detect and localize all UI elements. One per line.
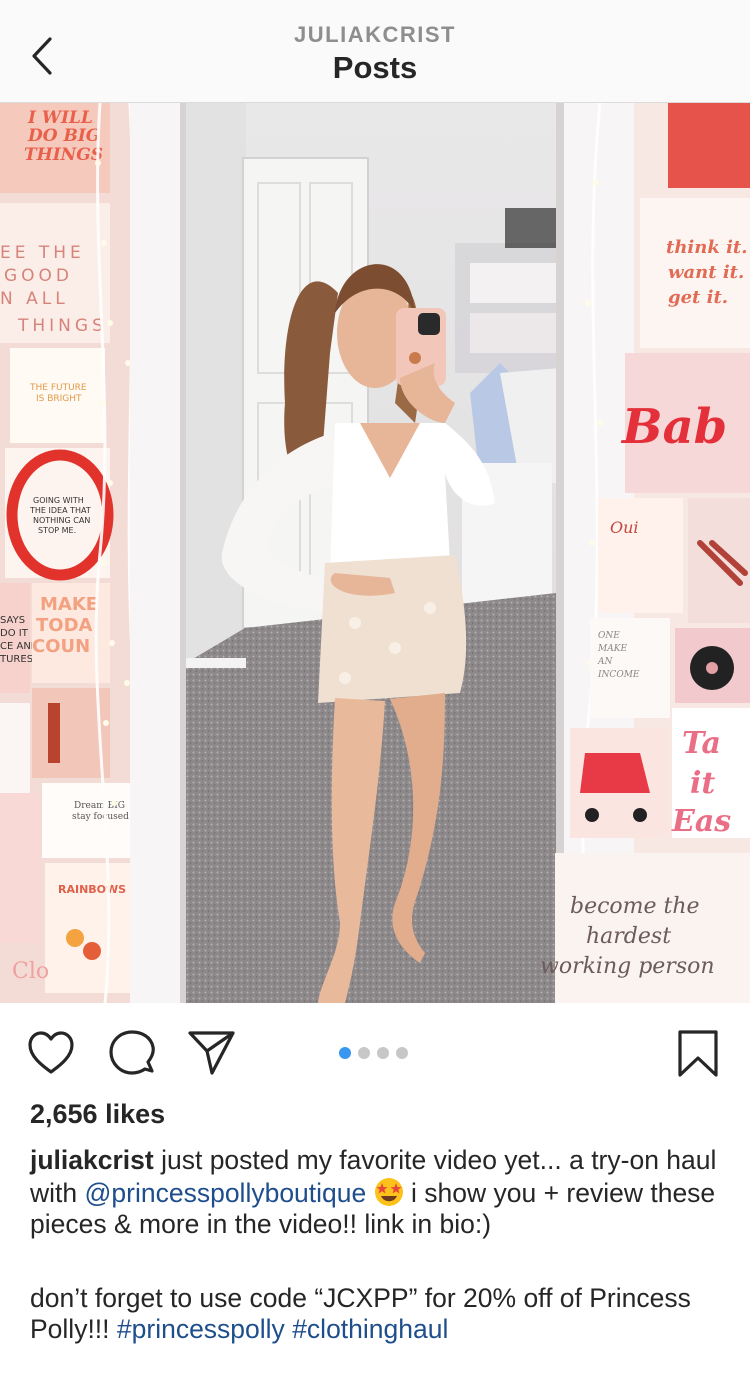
- heart-icon: [28, 1031, 74, 1074]
- svg-text:AN: AN: [597, 657, 613, 667]
- svg-text:become the: become the: [570, 894, 700, 919]
- likes-count[interactable]: 2,656 likes: [30, 1099, 165, 1130]
- post-photo-illustration: I WILL DO BIG THINGS EE THE GOOD N ALL T…: [0, 103, 750, 1003]
- svg-text:DO BIG: DO BIG: [27, 126, 100, 146]
- svg-text:get it.: get it.: [668, 287, 728, 308]
- profile-username[interactable]: JULIAKCRIST: [0, 22, 750, 48]
- svg-text:STOP ME.: STOP ME.: [38, 526, 76, 535]
- svg-text:GOOD: GOOD: [4, 266, 73, 286]
- svg-text:Dream BIG: Dream BIG: [74, 801, 125, 811]
- svg-text:Eas: Eas: [671, 804, 731, 839]
- svg-text:MAKE: MAKE: [40, 594, 98, 615]
- like-button[interactable]: [26, 1030, 76, 1081]
- comment-button[interactable]: [108, 1029, 158, 1084]
- svg-text:it: it: [690, 766, 715, 801]
- svg-text:THINGS: THINGS: [17, 316, 107, 336]
- svg-text:SAYS: SAYS: [0, 615, 25, 626]
- star-struck-emoji-icon: [374, 1177, 403, 1206]
- svg-text:THINGS: THINGS: [24, 145, 103, 165]
- svg-text:want it.: want it.: [668, 262, 744, 283]
- save-button[interactable]: [676, 1029, 720, 1084]
- carousel-dot-active: [339, 1047, 351, 1059]
- comment-icon: [109, 1030, 155, 1075]
- svg-text:TODA: TODA: [36, 615, 93, 636]
- paper-plane-icon: [188, 1031, 235, 1075]
- svg-text:think it.: think it.: [666, 237, 747, 258]
- svg-text:NOTHING CAN: NOTHING CAN: [33, 516, 90, 525]
- svg-text:THE FUTURE: THE FUTURE: [29, 383, 87, 393]
- svg-text:MAKE: MAKE: [597, 644, 627, 654]
- hashtag-link[interactable]: #clothinghaul: [292, 1314, 448, 1344]
- bookmark-icon: [678, 1030, 718, 1077]
- svg-text:EE THE: EE THE: [0, 243, 85, 263]
- svg-text:COUN: COUN: [32, 636, 90, 657]
- carousel-dot: [358, 1047, 370, 1059]
- caption-paragraph-2: don’t forget to use code “JCXPP” for 20%…: [30, 1283, 720, 1346]
- carousel-dot: [377, 1047, 389, 1059]
- svg-text:Oui: Oui: [610, 518, 639, 537]
- top-bar: JULIAKCRIST Posts: [0, 0, 750, 103]
- svg-text:hardest: hardest: [586, 924, 671, 949]
- post-image[interactable]: I WILL DO BIG THINGS EE THE GOOD N ALL T…: [0, 103, 750, 1003]
- svg-text:ONE: ONE: [598, 631, 620, 641]
- svg-text:Ta: Ta: [682, 726, 721, 761]
- svg-text:THE IDEA THAT: THE IDEA THAT: [29, 506, 91, 515]
- svg-text:stay focused: stay focused: [72, 812, 129, 822]
- carousel-indicator[interactable]: [339, 1047, 408, 1059]
- hashtag-link[interactable]: #princesspolly: [117, 1314, 285, 1344]
- page-title: Posts: [332, 50, 418, 85]
- caption-mention[interactable]: @princesspollyboutique: [85, 1178, 367, 1208]
- svg-text:IS BRIGHT: IS BRIGHT: [36, 394, 82, 404]
- svg-text:Bab: Bab: [620, 399, 727, 455]
- svg-text:TURES: TURES: [0, 654, 33, 665]
- caption-paragraph-1: juliakcrist just posted my favorite vide…: [30, 1145, 720, 1241]
- post-caption: juliakcrist just posted my favorite vide…: [30, 1145, 720, 1346]
- caption-username[interactable]: juliakcrist: [30, 1145, 154, 1175]
- svg-text:RAINBOWS: RAINBOWS: [58, 883, 126, 896]
- svg-text:GOING WITH: GOING WITH: [33, 496, 84, 505]
- svg-text:Clo: Clo: [12, 959, 49, 984]
- share-button[interactable]: [187, 1029, 237, 1084]
- svg-text:I WILL: I WILL: [27, 108, 93, 128]
- svg-text:working person: working person: [540, 954, 715, 979]
- svg-text:N ALL: N ALL: [0, 289, 69, 309]
- carousel-dot: [396, 1047, 408, 1059]
- svg-text:INCOME: INCOME: [597, 670, 640, 680]
- svg-text:DO IT: DO IT: [0, 628, 29, 639]
